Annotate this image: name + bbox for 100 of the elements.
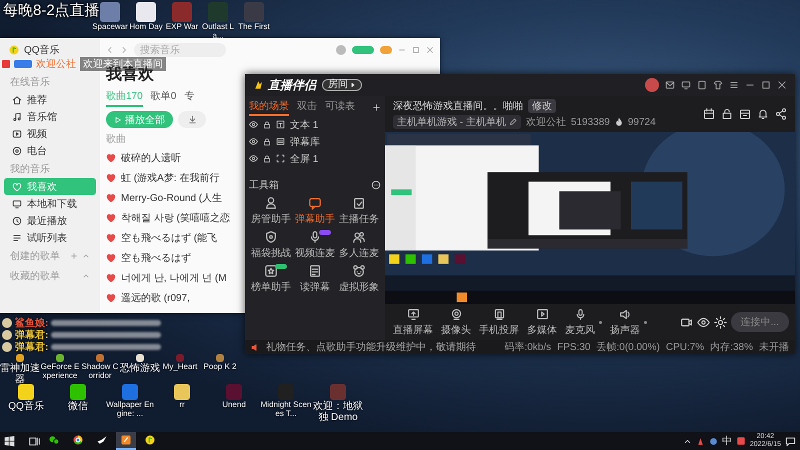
tray-square-icon[interactable]	[736, 436, 746, 446]
tab[interactable]: 专	[184, 89, 194, 107]
layer-name[interactable]: 全屏 1	[290, 152, 318, 166]
app-shortcut-icon[interactable]	[18, 384, 34, 400]
tool-button[interactable]: 弹幕助手	[293, 196, 337, 226]
sidebar-item[interactable]: 推荐	[4, 91, 96, 108]
start-icon[interactable]	[4, 436, 15, 446]
app-shortcut-icon[interactable]	[136, 354, 144, 362]
settings-icon[interactable]	[714, 316, 727, 328]
menu-icon[interactable]	[729, 80, 739, 90]
heart-icon[interactable]	[106, 253, 116, 263]
app-shortcut-icon[interactable]	[56, 354, 64, 362]
song-title[interactable]: Merry-Go-Round (人生	[121, 191, 222, 205]
category-button[interactable]: 主机单机游戏 - 主机单机	[393, 115, 521, 129]
tablet-icon[interactable]	[697, 80, 707, 90]
edit-button[interactable]: 修改	[528, 99, 556, 113]
lock-icon[interactable]	[263, 154, 271, 162]
tab[interactable]: 歌单0	[150, 89, 176, 107]
heart-icon[interactable]	[106, 273, 116, 283]
clipboard-icon	[352, 196, 366, 210]
sidebar-heading: 我的音乐	[9, 162, 51, 177]
menu-item-icon	[12, 182, 22, 192]
bell-icon[interactable]	[757, 108, 769, 120]
eye-icon[interactable]	[249, 137, 258, 146]
sidebar-item[interactable]: 最近播放	[4, 212, 96, 229]
caret-icon	[350, 82, 356, 88]
app-shortcut-icon[interactable]	[70, 384, 86, 400]
share-icon[interactable]	[775, 108, 787, 120]
menu-item-icon	[12, 216, 22, 226]
document-icon	[308, 264, 322, 278]
monitor-icon[interactable]	[681, 80, 691, 90]
source-button[interactable]: 直播屏幕	[391, 308, 435, 336]
lock-icon[interactable]	[263, 138, 271, 146]
song-title[interactable]: 虹 (游戏A梦: 在我前行	[121, 171, 220, 185]
tool-button[interactable]: 读弹幕	[293, 264, 337, 294]
scene-tab[interactable]: 可读表	[325, 98, 355, 116]
song-title[interactable]: 착해질 사랑 (笑嘻嘻之恋	[121, 211, 230, 225]
sidebar-item[interactable]: 电台	[4, 142, 96, 159]
shortcut-label: QQ音乐	[8, 401, 44, 412]
scene-tab[interactable]: 我的场景	[249, 98, 289, 116]
calendar-icon[interactable]	[703, 108, 715, 120]
task-view-icon[interactable]	[29, 436, 40, 446]
heart-icon[interactable]	[106, 193, 116, 203]
camera-icon[interactable]	[680, 316, 693, 328]
song-title[interactable]: 破碎的人遗听	[121, 151, 181, 165]
search-field[interactable]: 搜索音乐	[134, 43, 226, 57]
room-button[interactable]: 房间	[322, 79, 362, 91]
heart-icon[interactable]	[106, 233, 116, 243]
source-button[interactable]: 手机投屏	[477, 308, 521, 336]
heart-icon[interactable]	[106, 213, 116, 223]
unlock-icon[interactable]	[721, 108, 733, 120]
tool-button[interactable]: 视频连麦	[293, 230, 337, 260]
source-button[interactable]: 麦克风	[563, 308, 604, 336]
add-icon[interactable]	[372, 102, 381, 112]
shirt-icon[interactable]	[713, 80, 723, 90]
lock-icon[interactable]	[263, 120, 271, 128]
sidebar-item[interactable]: 视频	[4, 125, 96, 142]
tool-button[interactable]: 房管助手	[249, 196, 293, 226]
tool-button[interactable]: 主播任务	[337, 196, 381, 226]
heart-icon[interactable]	[106, 293, 116, 303]
source-button[interactable]: 扬声器	[608, 308, 649, 336]
browser-icon	[72, 434, 84, 446]
source-button[interactable]: 摄像头	[439, 308, 473, 336]
input-method-indicator[interactable]: 中	[722, 434, 732, 448]
tool-button[interactable]: 榜单助手	[249, 264, 293, 294]
song-title[interactable]: 遥远的歌 (r097,	[121, 291, 190, 305]
source-button[interactable]: 多媒体	[525, 308, 559, 336]
tool-button[interactable]: 虚拟形象	[337, 264, 381, 294]
sidebar-item[interactable]: 音乐馆	[4, 108, 96, 125]
heart-icon[interactable]	[106, 173, 116, 183]
scene-tab[interactable]: 双击	[297, 98, 317, 116]
download-button[interactable]	[178, 111, 206, 128]
tray-triangle-icon[interactable]	[696, 436, 705, 446]
layer-name[interactable]: 弹幕库	[290, 134, 320, 148]
close-icon[interactable]	[777, 80, 787, 90]
app-shortcut-icon[interactable]	[174, 384, 190, 400]
song-title[interactable]: 空も飛べるはず (能飞	[121, 231, 218, 245]
user-avatar[interactable]	[645, 78, 659, 92]
box-icon[interactable]	[739, 108, 751, 120]
forward-icon[interactable]	[120, 46, 128, 54]
layer-name[interactable]: 文本 1	[290, 118, 318, 132]
tool-button[interactable]: 多人连麦	[337, 230, 381, 260]
heart-icon[interactable]	[106, 153, 116, 163]
shortcut-label: Outlast La...	[200, 23, 235, 41]
tray-circle-icon[interactable]	[708, 436, 718, 446]
notification-icon[interactable]	[785, 436, 796, 446]
back-icon[interactable]	[106, 46, 114, 54]
tool-button[interactable]: 福袋挑战	[249, 230, 293, 260]
app-shortcut-icon[interactable]	[16, 354, 24, 362]
maximize-icon[interactable]	[761, 80, 771, 90]
eye-icon[interactable]	[696, 316, 710, 328]
song-title[interactable]: 너에게 난, 나에게 넌 (M	[121, 271, 227, 285]
shortcut-label: The First	[238, 23, 270, 32]
more-icon[interactable]	[371, 180, 381, 190]
song-title[interactable]: 空も飛べるはず	[121, 251, 191, 265]
eye-icon[interactable]	[249, 154, 258, 163]
eye-icon[interactable]	[249, 120, 258, 129]
sidebar-item[interactable]: 本地和下载	[4, 195, 96, 212]
sidebar-item[interactable]: 试听列表	[4, 229, 96, 246]
mail-icon[interactable]	[665, 80, 675, 90]
